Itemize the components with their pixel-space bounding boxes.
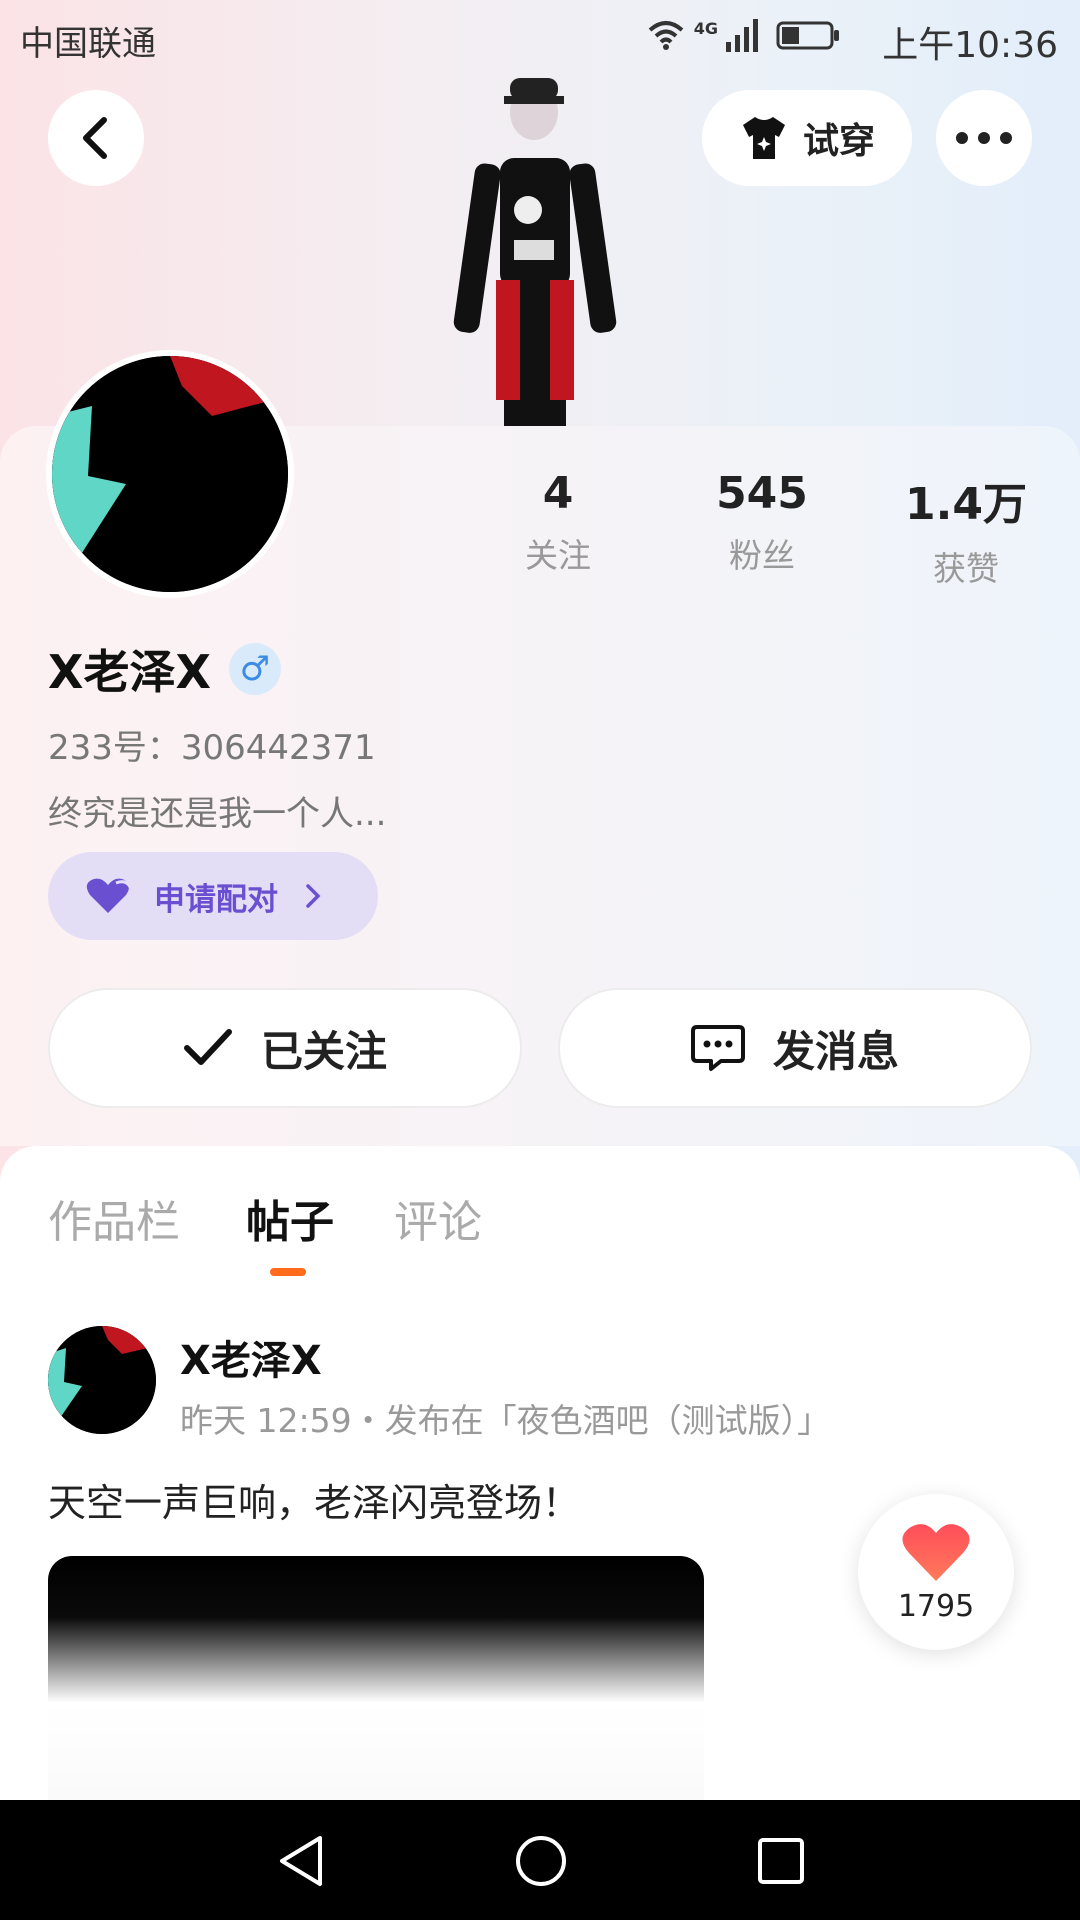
tshirt-icon (742, 117, 785, 159)
bio-text: 终究是还是我一个人... (48, 794, 387, 834)
back-arrow-icon (83, 117, 107, 159)
checkmark-icon (183, 1029, 232, 1065)
nav-recents-icon[interactable] (756, 1836, 806, 1886)
chevron-right-icon (306, 884, 321, 908)
wifi-icon (648, 21, 684, 50)
followed-button[interactable]: 已关注 (48, 988, 522, 1108)
send-message-button[interactable]: 发消息 (558, 988, 1032, 1108)
apply-pair-label: 申请配对 (154, 881, 278, 918)
nav-back-icon[interactable] (276, 1834, 326, 1888)
tab-posts[interactable]: 帖子 (246, 1186, 334, 1250)
try-on-button[interactable]: 试穿 (702, 90, 912, 186)
clock: 上午10:36 (882, 25, 1058, 66)
stat-value: 545 (716, 468, 808, 519)
stat-label: 获赞 (933, 549, 999, 588)
apply-pair-button[interactable]: 申请配对 (48, 852, 378, 940)
more-button[interactable] (936, 90, 1032, 186)
profile-avatar[interactable] (46, 350, 294, 598)
content-tabs: 作品栏 帖子 评论 (0, 1146, 1080, 1278)
nav-home-icon[interactable] (514, 1834, 568, 1888)
like-count: 1795 (897, 1588, 975, 1624)
battery-icon (776, 21, 839, 50)
status-icons: 4G (646, 18, 840, 52)
tab-comments[interactable]: 评论 (394, 1186, 482, 1250)
more-dots-icon (956, 132, 1012, 144)
post-meta: 昨天 12:59・发布在「夜色酒吧（测试版）」 (180, 1401, 831, 1440)
profile-name: X老泽X (48, 645, 211, 699)
send-message-label: 发消息 (772, 1026, 899, 1076)
male-gender-icon: ♂ (228, 643, 281, 695)
status-bar: 中国联通 4G 上午10:36 (0, 0, 1080, 76)
stat-label: 关注 (525, 536, 591, 575)
heart-pair-icon (86, 878, 132, 913)
back-button[interactable] (48, 90, 144, 186)
stat-likes[interactable]: 1.4万 获赞 (886, 468, 1046, 590)
user-id: 233号：306442371 (48, 728, 376, 768)
stat-value: 4 (542, 468, 574, 519)
post-author-name[interactable]: X老泽X (180, 1328, 322, 1386)
tab-works[interactable]: 作品栏 (48, 1186, 180, 1250)
stat-label: 粉丝 (729, 536, 795, 575)
carrier-label: 中国联通 (20, 24, 156, 64)
signal-icon (726, 19, 758, 52)
stat-value: 1.4万 (905, 479, 1027, 530)
post-text: 天空一声巨响，老泽闪亮登场！ (48, 1481, 581, 1525)
followed-label: 已关注 (260, 1026, 387, 1076)
chat-bubble-icon (690, 1025, 745, 1071)
stat-followers[interactable]: 545 粉丝 (682, 468, 842, 577)
like-button[interactable]: 1795 (858, 1494, 1014, 1650)
active-tab-indicator (270, 1268, 306, 1276)
post-author-avatar[interactable] (48, 1326, 156, 1434)
stat-following[interactable]: 4 关注 (478, 468, 638, 577)
system-navigation-bar (0, 1800, 1080, 1920)
heart-icon (902, 1523, 970, 1581)
try-on-label: 试穿 (802, 121, 875, 162)
post-image[interactable] (48, 1556, 704, 1800)
avatar-character-image (440, 70, 620, 426)
network-label: 4G (693, 18, 718, 38)
profile-name-row: X老泽X ♂ (48, 636, 281, 702)
